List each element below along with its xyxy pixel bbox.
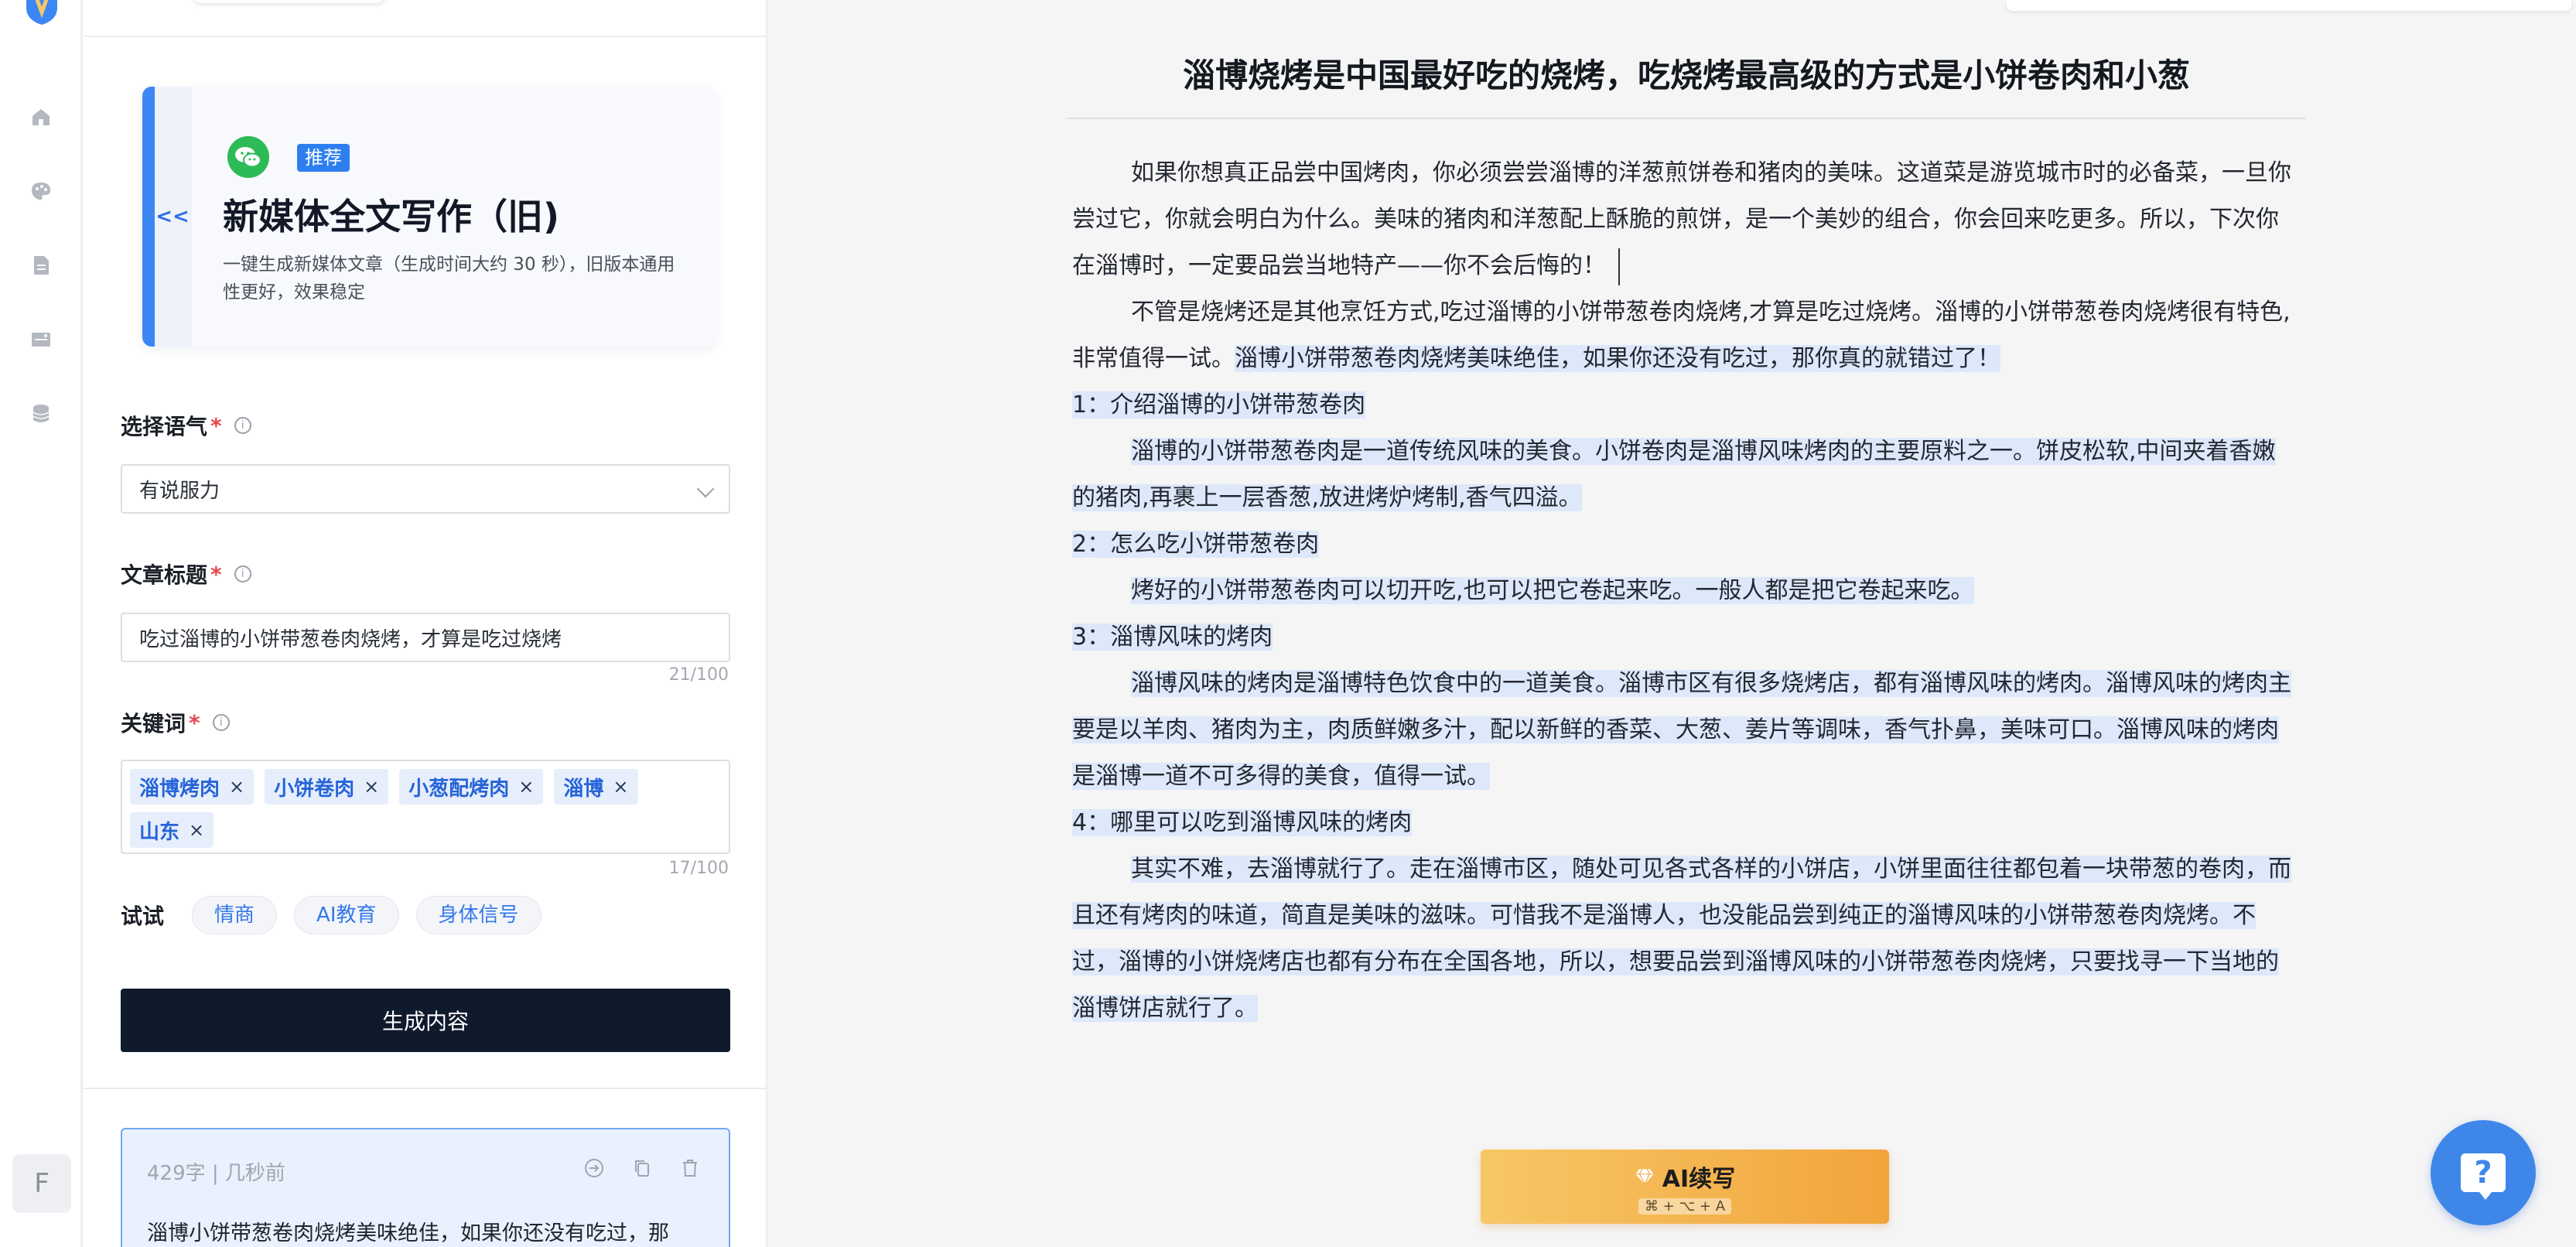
tone-label: 选择语气 [121, 414, 208, 439]
keyword-tag: 淄博 × [554, 769, 638, 805]
required-mark: * [210, 561, 222, 587]
ai-continue-main: AI续写 [1635, 1160, 1735, 1194]
wechat-icon [227, 136, 269, 178]
try-chip-body-signal[interactable]: 身体信号 [415, 896, 542, 934]
paragraph: 淄博的小饼带葱卷肉是一道传统风味的美食。小饼卷肉是淄博风味烤肉的主要原料之一。饼… [1072, 438, 2276, 511]
ai-continue-label: AI续写 [1662, 1165, 1736, 1193]
article-title-value: 吃过淄博的小饼带葱卷肉烧烤，才算是吃过烧烤 [139, 627, 562, 651]
info-icon[interactable]: i [234, 417, 251, 434]
keywords-label: 关键词 [121, 711, 186, 736]
app-logo-icon[interactable] [23, 0, 60, 25]
section-heading: 4：哪里可以吃到淄博风味的烤肉 [1072, 809, 1413, 836]
tone-label-row: 选择语气 * i [121, 410, 251, 441]
remove-tag-icon[interactable]: × [518, 776, 534, 798]
section-heading: 3：淄博风味的烤肉 [1072, 624, 1273, 651]
section-heading: 1：介绍淄博的小饼带葱卷肉 [1072, 391, 1366, 419]
editor-area: 淄博烧烤是中国最好吃的烧烤，吃烧烤最高级的方式是小饼卷肉和小葱 如果你想真正品尝… [769, 0, 2576, 1247]
paragraph: 如果你想真正品尝中国烤肉，你必须尝尝淄博的洋葱煎饼卷和猪肉的美味。这道菜是游览城… [1072, 150, 2294, 289]
keyword-tag: 山东 × [130, 812, 214, 848]
ai-shortcut-hint: ⌘ + ⌥ + A [1638, 1197, 1732, 1215]
paragraph: 其实不难，去淄博就行了。走在淄博市区，随处可见各式各样的小饼店，小饼里面往往都包… [1072, 856, 2291, 1022]
collapse-label: << [155, 205, 190, 228]
keyword-tag: 淄博烤肉 × [130, 769, 255, 805]
remove-tag-icon[interactable]: × [613, 776, 628, 798]
try-label: 试试 [121, 904, 165, 929]
database-icon[interactable] [29, 402, 53, 425]
collapse-button[interactable]: << [142, 87, 192, 347]
ai-continue-button[interactable]: AI续写 ⌘ + ⌥ + A [1481, 1150, 1889, 1224]
paragraph: 不管是烧烤还是其他烹饪方式,吃过淄博的小饼带葱卷肉烧烤,才算是吃过烧烤。淄博的小… [1072, 299, 2291, 372]
title-counter: 21/100 [668, 665, 729, 685]
tone-select[interactable]: 有说服力 [121, 464, 730, 514]
document-title[interactable]: 淄博烧烤是中国最好吃的烧烤，吃烧烤最高级的方式是小饼卷肉和小葱 [1068, 50, 2305, 97]
history-item[interactable]: 429字 | 几秒前 淄博小饼带葱卷肉烧烤美味绝佳，如果你还没有吃过，那 [121, 1128, 730, 1247]
paragraph: 淄博风味的烤肉是淄博特色饮食中的一道美食。淄博市区有很多烧烤店，都有淄博风味的烤… [1072, 670, 2291, 790]
text-cursor [1618, 248, 1620, 285]
keywords-label-row: 关键词 * i [121, 707, 230, 738]
history-meta: 429字 | 几秒前 [147, 1162, 285, 1185]
top-floating-bar [2007, 0, 2571, 11]
avatar-letter: F [34, 1168, 50, 1199]
try-chip-eq[interactable]: 情商 [192, 896, 278, 934]
title-label: 文章标题 [121, 562, 208, 588]
paragraph: 烤好的小饼带葱卷肉可以切开吃,也可以把它卷起来吃。一般人都是把它卷起来吃。 [1131, 577, 1974, 604]
info-icon[interactable]: i [234, 565, 251, 583]
keywords-input[interactable]: 淄博烤肉 × 小饼卷肉 × 小葱配烤肉 × 淄博 × 山东 × [121, 760, 730, 854]
home-icon[interactable] [29, 105, 53, 128]
remove-tag-icon[interactable]: × [189, 819, 204, 841]
help-icon: ? [2461, 1153, 2506, 1200]
remove-tag-icon[interactable]: × [364, 776, 379, 798]
title-label-row: 文章标题 * i [121, 559, 251, 589]
history-preview: 淄博小饼带葱卷肉烧烤美味绝佳，如果你还没有吃过，那 [147, 1221, 669, 1245]
required-mark: * [189, 709, 200, 736]
keywords-counter: 17/100 [668, 859, 729, 878]
copy-icon[interactable] [631, 1157, 653, 1179]
remove-tag-icon[interactable]: × [229, 776, 244, 798]
user-avatar[interactable]: F [12, 1154, 71, 1213]
panel-top-bar [84, 0, 766, 37]
tool-description: 一键生成新媒体文章（生成时间大约 30 秒），旧版本通用性更好，效果稳定 [223, 255, 675, 302]
diamond-icon [1635, 1168, 1654, 1184]
history-actions [583, 1157, 701, 1179]
required-mark: * [210, 412, 222, 439]
title-divider [1068, 118, 2305, 119]
trash-icon[interactable] [679, 1157, 701, 1179]
recommend-badge: 推荐 [297, 144, 350, 172]
tool-card: << 推荐 新媒体全文写作（旧) 一键生成新媒体文章（生成时间大约 30 秒），… [142, 87, 716, 347]
article-title-input[interactable]: 吃过淄博的小饼带葱卷肉烧烤，才算是吃过烧烤 [121, 613, 730, 662]
help-button[interactable]: ? [2431, 1120, 2536, 1225]
top-pill [192, 0, 385, 3]
section-heading: 2：怎么吃小饼带葱卷肉 [1072, 531, 1320, 558]
try-row: 试试 情商 AI教育 身体信号 [121, 896, 559, 934]
form-panel: << 推荐 新媒体全文写作（旧) 一键生成新媒体文章（生成时间大约 30 秒），… [84, 0, 767, 1247]
tone-value: 有说服力 [139, 479, 220, 503]
chevron-down-icon [696, 480, 715, 498]
icon-rail: F [0, 0, 82, 1247]
media-icon[interactable] [29, 328, 53, 351]
palette-icon[interactable] [29, 179, 53, 203]
insert-icon[interactable] [583, 1157, 605, 1179]
try-chip-ai-education[interactable]: AI教育 [294, 896, 399, 934]
document-body[interactable]: 如果你想真正品尝中国烤肉，你必须尝尝淄博的洋葱煎饼卷和猪肉的美味。这道菜是游览城… [1072, 150, 2294, 1032]
info-icon[interactable]: i [212, 714, 230, 731]
document-icon[interactable] [29, 254, 53, 277]
tool-title: 新媒体全文写作（旧) [223, 196, 560, 237]
panel-divider [84, 1088, 766, 1089]
generate-button[interactable]: 生成内容 [121, 989, 730, 1052]
keyword-tag: 小饼卷肉 × [265, 769, 389, 805]
keyword-tag: 小葱配烤肉 × [399, 769, 544, 805]
